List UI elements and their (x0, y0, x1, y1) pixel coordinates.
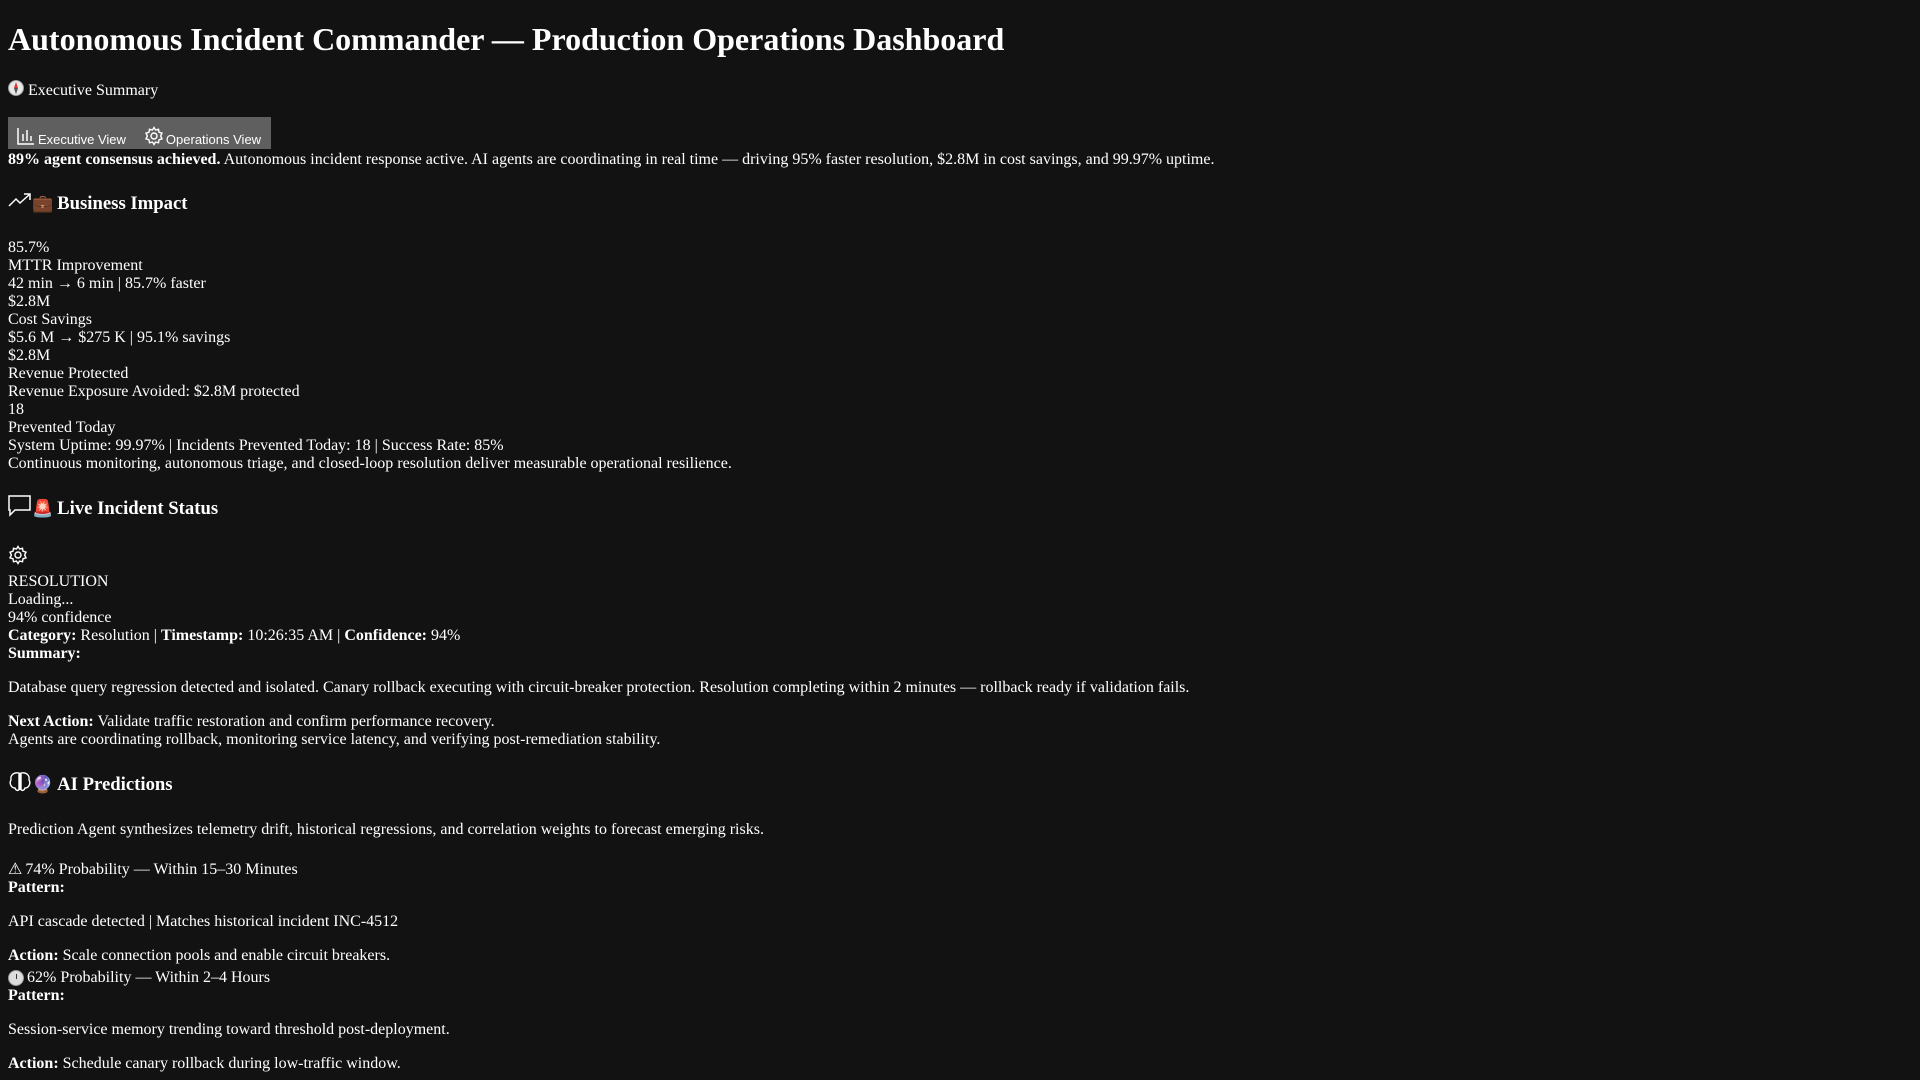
action-label: Action: (8, 1055, 59, 1072)
metric-value: 18 (8, 401, 24, 418)
gear-icon (8, 545, 28, 570)
incident-confidence: 94% confidence (8, 609, 112, 626)
ai-predictions-heading: 🔮 AI Predictions (8, 771, 1912, 799)
category-label: Category: (8, 627, 77, 644)
incident-phase-icon-row (8, 545, 1912, 570)
compass-icon (8, 80, 24, 101)
prediction-pattern: API cascade detected | Matches historica… (8, 913, 399, 930)
siren-icon: 🚨 (32, 499, 54, 518)
pattern-label: Pattern: (8, 987, 65, 1004)
prediction-action: Schedule canary rollback during low-traf… (58, 1055, 401, 1072)
bar-chart-icon (16, 126, 36, 147)
incident-phase: RESOLUTION (8, 573, 109, 590)
business-impact-footer: Continuous monitoring, autonomous triage… (8, 455, 732, 472)
next-action-text: Validate traffic restoration and confirm… (93, 713, 495, 730)
summary-label: Summary: (8, 645, 81, 662)
metric-label: Cost Savings (8, 311, 93, 328)
metric-label: Revenue Protected (8, 365, 129, 382)
page-title: Autonomous Incident Commander — Producti… (8, 21, 1005, 57)
tab-executive-view[interactable]: Executive View (8, 117, 136, 149)
next-action-label: Next Action: (8, 713, 94, 730)
prediction-item: 62% Probability — Within 2–4 Hours Patte… (8, 969, 1912, 1073)
incident-meta: Category: Resolution | Timestamp: 10:26:… (8, 627, 1912, 645)
section-title: AI Predictions (57, 774, 173, 795)
pattern-label-row: Pattern: (8, 879, 1912, 897)
timestamp-value: 10:26:35 AM | (243, 627, 345, 644)
clock-icon (8, 970, 24, 986)
live-incident-heading: 🚨 Live Incident Status (8, 495, 1912, 523)
metric-label: Prevented Today (8, 419, 116, 436)
action-label: Action: (8, 947, 59, 964)
consensus-highlight: 89% agent consensus achieved. (8, 151, 221, 168)
metric-value: $2.8M (8, 293, 51, 310)
metric-value: $2.8M (8, 347, 51, 364)
prediction-headline-row: 62% Probability — Within 2–4 Hours (8, 969, 1912, 987)
next-action-row: Next Action: Validate traffic restoratio… (8, 713, 1912, 731)
metric-detail: 42 min → 6 min | 85.7% faster (8, 275, 206, 292)
prediction-action-row: Action: Scale connection pools and enabl… (8, 947, 1912, 965)
business-impact-heading: 💼 Business Impact (8, 191, 1912, 217)
message-square-icon (8, 495, 32, 523)
dashboard-page: Autonomous Incident Commander — Producti… (0, 20, 1920, 1073)
metric-value: 85.7% (8, 239, 50, 256)
section-title: Live Incident Status (57, 498, 219, 519)
briefcase-icon: 💼 (32, 194, 54, 213)
incident-loading: Loading... (8, 591, 74, 608)
crystal-ball-icon: 🔮 (32, 775, 54, 794)
gear-icon (144, 126, 164, 147)
category-value: Resolution | (76, 627, 161, 644)
metric-label: MTTR Improvement (8, 257, 143, 274)
confidence-value: 94% (427, 627, 461, 644)
metric-revenue-protected: $2.8M Revenue Protected Revenue Exposure… (8, 347, 1912, 401)
consensus-text: Autonomous incident response active. AI … (220, 151, 1215, 168)
section-title: Business Impact (57, 193, 188, 214)
metric-mttr: 85.7% MTTR Improvement 42 min → 6 min | … (8, 239, 1912, 293)
business-impact-metrics: 85.7% MTTR Improvement 42 min → 6 min | … (8, 239, 1912, 473)
pattern-label-row: Pattern: (8, 987, 1912, 1005)
incident-summary: Database query regression detected and i… (8, 679, 1190, 696)
prediction-headline: 62% Probability — Within 2–4 Hours (27, 969, 271, 986)
uptime-summary: System Uptime: 99.97% | Incidents Preven… (8, 437, 504, 454)
confidence-label: Confidence: (344, 627, 427, 644)
prediction-action: Scale connection pools and enable circui… (58, 947, 391, 964)
metric-cost-savings: $2.8M Cost Savings $5.6 M → $275 K | 95.… (8, 293, 1912, 347)
brain-icon (8, 771, 32, 799)
live-incident-card: RESOLUTION Loading... 94% confidence Cat… (8, 545, 1912, 749)
timestamp-label: Timestamp: (160, 627, 244, 644)
prediction-item: ⚠ 74% Probability — Within 15–30 Minutes… (8, 861, 1912, 965)
tab-label: Operations View (165, 132, 262, 147)
pattern-label: Pattern: (8, 879, 65, 896)
consensus-banner: 89% agent consensus achieved. Autonomous… (8, 151, 1912, 169)
metric-prevented-today: 18 Prevented Today (8, 401, 1912, 437)
coordination-note: Agents are coordinating rollback, monito… (8, 731, 661, 748)
predictions-intro: Prediction Agent synthesizes telemetry d… (8, 821, 764, 838)
view-tabs: Executive View Operations View (8, 117, 1912, 149)
prediction-headline-row: ⚠ 74% Probability — Within 15–30 Minutes (8, 861, 1912, 879)
metric-detail: Revenue Exposure Avoided: $2.8M protecte… (8, 383, 300, 400)
executive-summary-toggle[interactable]: Executive Summary (8, 80, 1912, 101)
summary-label-row: Summary: (8, 645, 1912, 663)
prediction-headline: 74% Probability — Within 15–30 Minutes (25, 861, 298, 878)
prediction-action-row: Action: Schedule canary rollback during … (8, 1055, 1912, 1073)
warning-icon: ⚠ (8, 861, 23, 878)
tab-label: Executive View (38, 132, 126, 147)
trending-up-icon (8, 191, 32, 217)
metric-detail: $5.6 M → $275 K | 95.1% savings (8, 329, 231, 346)
executive-summary-label: Executive Summary (28, 81, 159, 99)
predictions-list: Prediction Agent synthesizes telemetry d… (8, 821, 1912, 1073)
prediction-pattern: Session-service memory trending toward t… (8, 1021, 450, 1038)
tab-operations-view[interactable]: Operations View (135, 117, 272, 149)
